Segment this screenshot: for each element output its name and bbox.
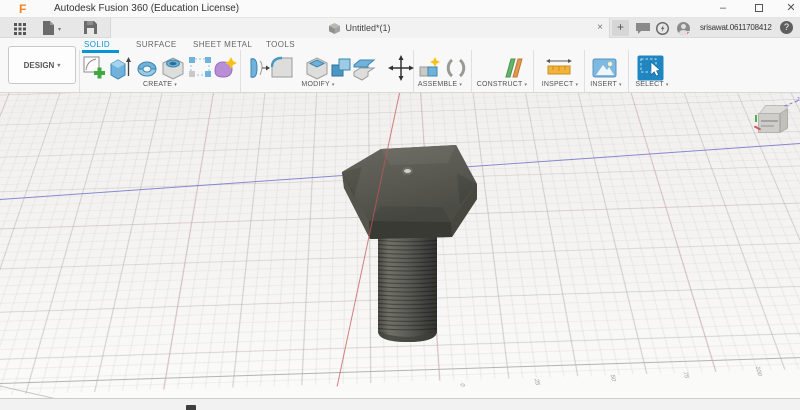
workspace-label: DESIGN — [23, 60, 55, 70]
group-label-modify[interactable]: MODIFY ▾ — [301, 81, 334, 88]
user-avatar[interactable] — [677, 22, 690, 35]
grid-label-50: 50 — [608, 374, 617, 382]
construct-plane-icon[interactable] — [502, 55, 526, 81]
file-menu-icon[interactable] — [42, 21, 54, 35]
group-label-insert[interactable]: INSERT ▾ — [590, 81, 622, 88]
modify-caret-icon: ▾ — [331, 82, 335, 88]
maximize-button[interactable] — [744, 0, 774, 18]
shell-icon[interactable] — [305, 55, 329, 81]
split-body-icon[interactable] — [352, 55, 376, 81]
document-tab-close-icon[interactable]: × — [597, 21, 603, 34]
fillet-icon[interactable] — [270, 55, 294, 81]
move-icon[interactable] — [388, 55, 414, 81]
extrude-icon[interactable] — [108, 55, 132, 81]
combine-icon[interactable] — [329, 55, 353, 81]
fusion-logo-icon: F — [19, 2, 27, 16]
fusion360-window: F Autodesk Fusion 360 (Education License… — [0, 0, 800, 410]
notification-dot — [686, 31, 690, 35]
new-tab-button[interactable]: + — [612, 20, 629, 36]
view-cube-text-line — [761, 125, 774, 127]
hole-icon[interactable] — [161, 55, 185, 81]
view-cube[interactable]: z — [753, 97, 800, 141]
tab-sheet-metal[interactable]: SHEET METAL — [193, 40, 252, 49]
tab-bar: ▾ ↶ ▾ ↷ ▾ Untitled*(1) × + srisawat.0611… — [0, 18, 800, 38]
group-divider — [79, 50, 80, 92]
tab-solid[interactable]: SOLID — [84, 40, 110, 49]
joint-icon[interactable] — [444, 55, 468, 81]
group-divider — [628, 50, 629, 92]
app-grid-icon[interactable] — [14, 22, 26, 36]
group-label-construct[interactable]: CONSTRUCT ▾ — [477, 81, 528, 88]
active-tab-underline — [82, 50, 119, 53]
timeline-feature-icon[interactable] — [186, 405, 196, 410]
ribbon-toolbar: DESIGN ▾ SOLID SURFACE SHEET METAL TOOLS — [0, 38, 800, 93]
workspace-caret-icon: ▾ — [57, 62, 61, 69]
create-sketch-icon[interactable] — [82, 55, 106, 81]
insert-caret-icon: ▾ — [619, 82, 622, 88]
press-pull-icon[interactable] — [247, 55, 271, 81]
model-viewport[interactable]: 0 25 50 75 100 z — [0, 93, 800, 398]
insert-image-icon[interactable] — [592, 55, 617, 81]
username-label[interactable]: srisawat.0611708412 — [700, 23, 772, 32]
help-button[interactable]: ? — [780, 21, 793, 34]
group-label-assemble[interactable]: ASSEMBLE ▾ — [418, 81, 462, 88]
group-divider — [240, 50, 241, 92]
document-tab-title: Untitled*(1) — [345, 23, 391, 33]
avatar-head — [681, 24, 686, 29]
y-axis-tick-icon — [755, 115, 757, 122]
group-divider — [584, 50, 585, 92]
assemble-caret-icon: ▾ — [459, 82, 463, 88]
select-caret-icon: ▾ — [665, 82, 669, 88]
view-cube-front-face — [758, 113, 780, 133]
measure-icon[interactable] — [546, 55, 572, 81]
pattern-icon[interactable] — [188, 55, 212, 81]
grid-label-0: 0 — [458, 383, 466, 387]
revolve-icon[interactable] — [135, 55, 159, 81]
maximize-icon — [755, 4, 763, 12]
minimize-button[interactable]: – — [708, 0, 738, 18]
save-icon[interactable] — [84, 21, 97, 35]
inspect-caret-icon: ▾ — [575, 82, 579, 88]
create-caret-icon: ▾ — [174, 82, 177, 88]
group-label-inspect[interactable]: INSPECT ▾ — [542, 81, 579, 88]
document-tab-content: Untitled*(1) — [111, 18, 609, 38]
group-divider — [533, 50, 534, 92]
create-form-icon[interactable] — [212, 55, 238, 81]
construct-caret-icon: ▾ — [524, 82, 528, 88]
window-title: Autodesk Fusion 360 (Education License) — [54, 3, 240, 14]
document-tab[interactable]: Untitled*(1) × — [110, 18, 610, 38]
new-component-icon[interactable] — [418, 55, 442, 81]
grid-label-25: 25 — [532, 378, 541, 386]
view-cube-right-face — [780, 108, 788, 133]
title-bar: F Autodesk Fusion 360 (Education License… — [0, 0, 800, 18]
group-label-create[interactable]: CREATE ▾ — [143, 81, 177, 88]
document-cube-icon — [329, 22, 341, 34]
timeline-bar — [0, 398, 800, 410]
z-axis-arrow-icon — [784, 100, 798, 107]
close-button[interactable]: ✕ — [776, 0, 800, 18]
workspace-selector[interactable]: DESIGN ▾ — [8, 46, 76, 84]
origin-point[interactable] — [402, 167, 413, 175]
view-cube-text-line — [761, 120, 778, 122]
tab-surface[interactable]: SURFACE — [136, 40, 177, 49]
tab-tools[interactable]: TOOLS — [266, 40, 295, 49]
group-divider — [471, 50, 472, 92]
select-icon[interactable] — [637, 55, 664, 81]
file-menu-caret-icon[interactable]: ▾ — [58, 26, 61, 33]
group-label-select[interactable]: SELECT ▾ — [635, 81, 668, 88]
